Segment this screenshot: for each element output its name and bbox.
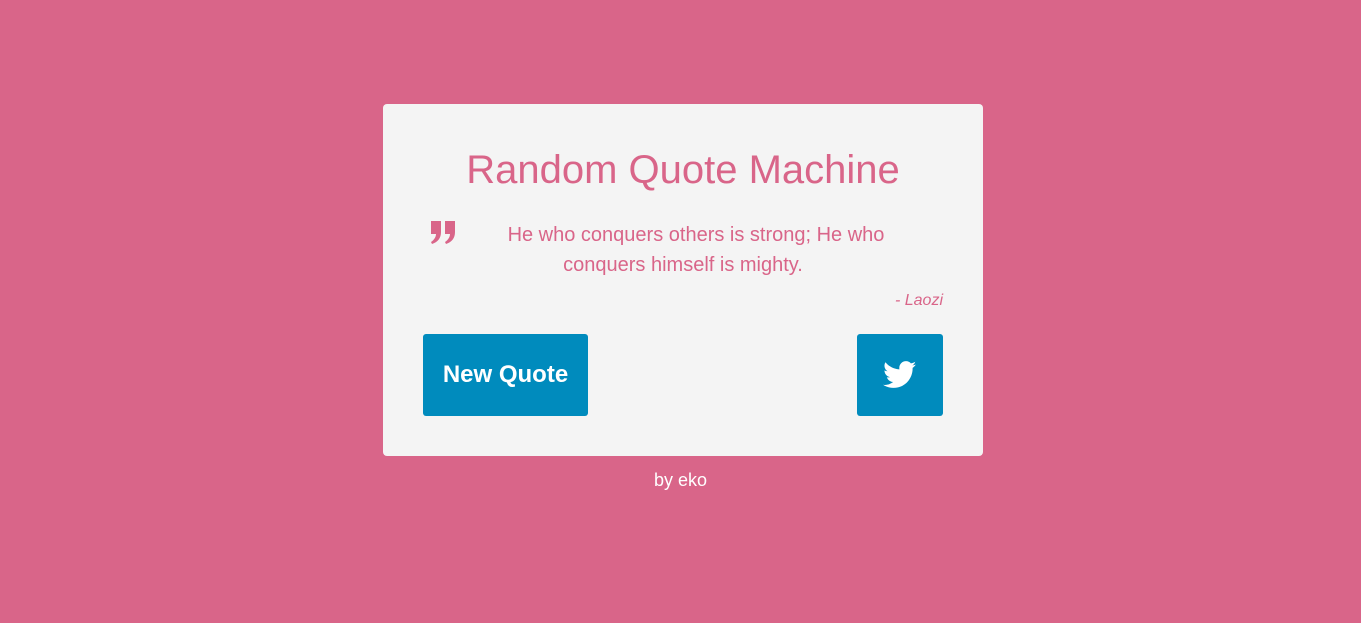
- twitter-icon: [883, 361, 917, 388]
- quote-text: He who conquers others is strong; He who…: [507, 224, 885, 276]
- page: { "app": { "title": "Random Quote Machin…: [0, 0, 1361, 623]
- footer-credit: by eko: [653, 470, 708, 490]
- quote-card: Random Quote Machine He who conquers oth…: [383, 104, 983, 456]
- page-title: Random Quote Machine: [466, 148, 900, 192]
- new-quote-button[interactable]: New Quote: [423, 334, 588, 416]
- quote-author: - Laozi: [894, 292, 943, 309]
- tweet-button[interactable]: [857, 334, 943, 416]
